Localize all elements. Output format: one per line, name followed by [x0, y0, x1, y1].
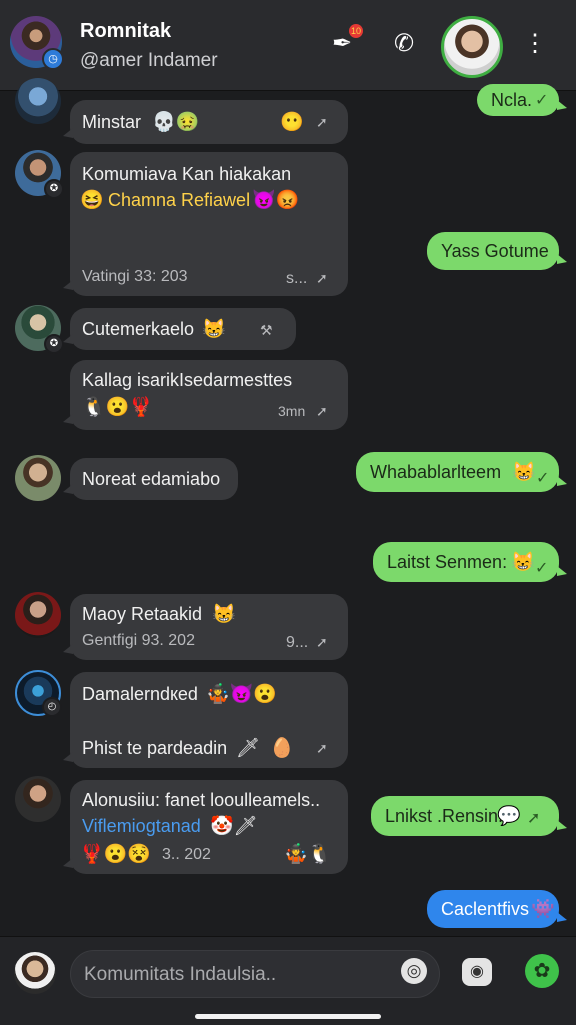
- message-text: Phist te pardeadin: [82, 738, 228, 758]
- message-text: Damalerndкed: [82, 684, 198, 704]
- message-meta: 9...: [286, 634, 309, 651]
- reaction-emoji-icon: 🐧😮🦞: [82, 397, 153, 418]
- status-badge-icon: ◷: [42, 48, 64, 70]
- read-check-icon: ✓: [535, 560, 549, 577]
- status-mini-icon: ✪: [44, 334, 64, 354]
- avatar[interactable]: [15, 776, 61, 822]
- face-emoji-icon: 🥚: [270, 738, 294, 759]
- reaction-emoji-icon: 🤹🐧: [284, 844, 332, 865]
- home-indicator: [195, 1014, 381, 1019]
- sent-icon: ➚: [316, 740, 328, 756]
- message-bubble-outgoing[interactable]: Laitst Senmen: 😸 ✓: [373, 542, 567, 582]
- message-input[interactable]: Komumitats Indaulsia..: [70, 950, 440, 998]
- mention-text: Viflemiogtanad: [82, 816, 201, 836]
- mention-text: Chamna Refiawel: [108, 190, 251, 210]
- phone-icon[interactable]: ✆: [387, 27, 421, 61]
- sent-icon: ➚: [316, 403, 328, 419]
- camera-icon[interactable]: ◉: [462, 958, 492, 986]
- reaction-emoji-icon: 🤹😈😮: [206, 684, 277, 705]
- chat-subtitle: @amer Indamer: [80, 50, 218, 71]
- message-text: Noreat edamiabo: [82, 469, 221, 489]
- smile-emoji-icon: 😸: [212, 604, 236, 625]
- smile-emoji-icon: 😸: [511, 552, 535, 573]
- message-bubble[interactable]: Kallag isarikIsedarmesttes 🐧😮🦞 3mn ➚: [63, 360, 348, 430]
- message-text: Laitst Senmen:: [387, 552, 508, 572]
- message-bubble-outgoing[interactable]: Ncla. ✓: [477, 84, 567, 116]
- message-text: Caclentfivs: [441, 899, 530, 919]
- avatar[interactable]: ✪: [15, 305, 64, 354]
- read-check-icon: ✓: [536, 470, 550, 487]
- avatar[interactable]: [15, 455, 61, 501]
- message-timestamp: 3.. 202: [162, 846, 211, 863]
- face-emoji-icon: 😈😡: [252, 190, 300, 211]
- message-text: Lnikst .Rensin.: [385, 806, 504, 826]
- message-text: Alonusiiu: fanet looulleamels..: [82, 790, 321, 810]
- message-bubble[interactable]: Noreat edamiabo: [63, 458, 238, 500]
- profile-avatar[interactable]: [441, 16, 503, 78]
- message-meta: s...: [286, 270, 308, 287]
- message-bubble[interactable]: Minstar 💀🤢 😶 ➚: [63, 100, 348, 144]
- avatar[interactable]: [15, 78, 61, 124]
- message-bubble[interactable]: Damalerndкed 🤹😈😮 Phist te pardeadin 🗡 🥚 …: [63, 672, 348, 768]
- my-avatar[interactable]: [14, 952, 56, 994]
- face-emoji-icon: 😶: [280, 112, 304, 133]
- read-check-icon: ✓: [535, 92, 549, 109]
- avatar[interactable]: ◴: [15, 670, 62, 717]
- message-bubble[interactable]: Alonusiiu: fanet looulleamels.. Viflemio…: [63, 780, 348, 874]
- message-timestamp: Vatingi 33: 203: [82, 268, 188, 285]
- delivered-icon: ⚒: [260, 322, 273, 338]
- message-bubble-outgoing[interactable]: Whabablarlteem 😸 ✓: [356, 452, 567, 492]
- message-text: Ncla.: [491, 90, 533, 110]
- status-mini-icon: ✪: [44, 179, 64, 199]
- quill-icon[interactable]: ✒ 10: [325, 24, 363, 61]
- notification-badge: 10: [349, 24, 363, 38]
- group-avatar[interactable]: ◷: [10, 16, 64, 70]
- sent-icon: ➚: [316, 634, 328, 650]
- reaction-emoji-icon: 🦞😮😵: [80, 844, 151, 865]
- message-timestamp: 3mn: [278, 403, 306, 419]
- smile-emoji-icon: 😸: [512, 462, 536, 483]
- message-text: Kallag isarikIsedarmesttes: [82, 370, 293, 390]
- send-icon[interactable]: ✿: [525, 954, 559, 988]
- message-text: Minstar: [82, 112, 142, 132]
- gear-icon[interactable]: ◎: [401, 958, 427, 984]
- message-text: Yass Gotume: [441, 241, 549, 261]
- more-vertical-icon[interactable]: ⋮: [518, 27, 552, 61]
- fire-emoji-icon: 🗡: [236, 738, 261, 759]
- status-mini-icon: ◴: [42, 697, 62, 717]
- avatar[interactable]: [15, 592, 61, 638]
- message-text: Komumiava Kan hiakakan: [82, 164, 292, 184]
- message-bubble[interactable]: Maoy Retaakid 😸 Gentfigi 93. 202 9... ➚: [63, 594, 348, 660]
- chat-emoji-icon: 💬: [497, 806, 521, 827]
- chat-title[interactable]: Romnitak: [80, 20, 171, 43]
- skull-emoji-icon: 💀🤢: [152, 112, 200, 133]
- sent-icon: ➚: [316, 270, 328, 286]
- chat-header: ◷ Romnitak @amer Indamer ✒ 10 ✆ ⋮: [0, 0, 576, 91]
- message-bubble-outgoing[interactable]: Caclentfivs 👾: [427, 890, 567, 928]
- message-bubble-outgoing[interactable]: Lnikst .Rensin. 💬 ➚: [371, 796, 567, 836]
- forward-icon: ➚: [527, 810, 541, 827]
- message-timestamp: Gentfigi 93. 202: [82, 632, 195, 649]
- robot-emoji-icon: 👾: [531, 899, 555, 920]
- message-text: Cutemerkaelo: [82, 319, 195, 339]
- message-text: Maoy Retaakid: [82, 604, 203, 624]
- message-bubble[interactable]: Cutemerkaelo 😸 ⚒: [63, 308, 296, 350]
- smile-emoji-icon: 😸: [202, 319, 226, 340]
- message-text: Whabablarlteem: [370, 462, 502, 482]
- message-bubble[interactable]: Komumiava Kan hiakakan 😆 Chamna Refiawel…: [63, 152, 348, 296]
- reaction-emoji-icon: 🤡🗡: [210, 816, 258, 837]
- message-bubble-outgoing[interactable]: Yass Gotume: [427, 232, 567, 270]
- smile-emoji-icon: 😆: [80, 190, 104, 211]
- avatar[interactable]: ✪: [15, 150, 64, 199]
- sent-icon: ➚: [316, 114, 328, 130]
